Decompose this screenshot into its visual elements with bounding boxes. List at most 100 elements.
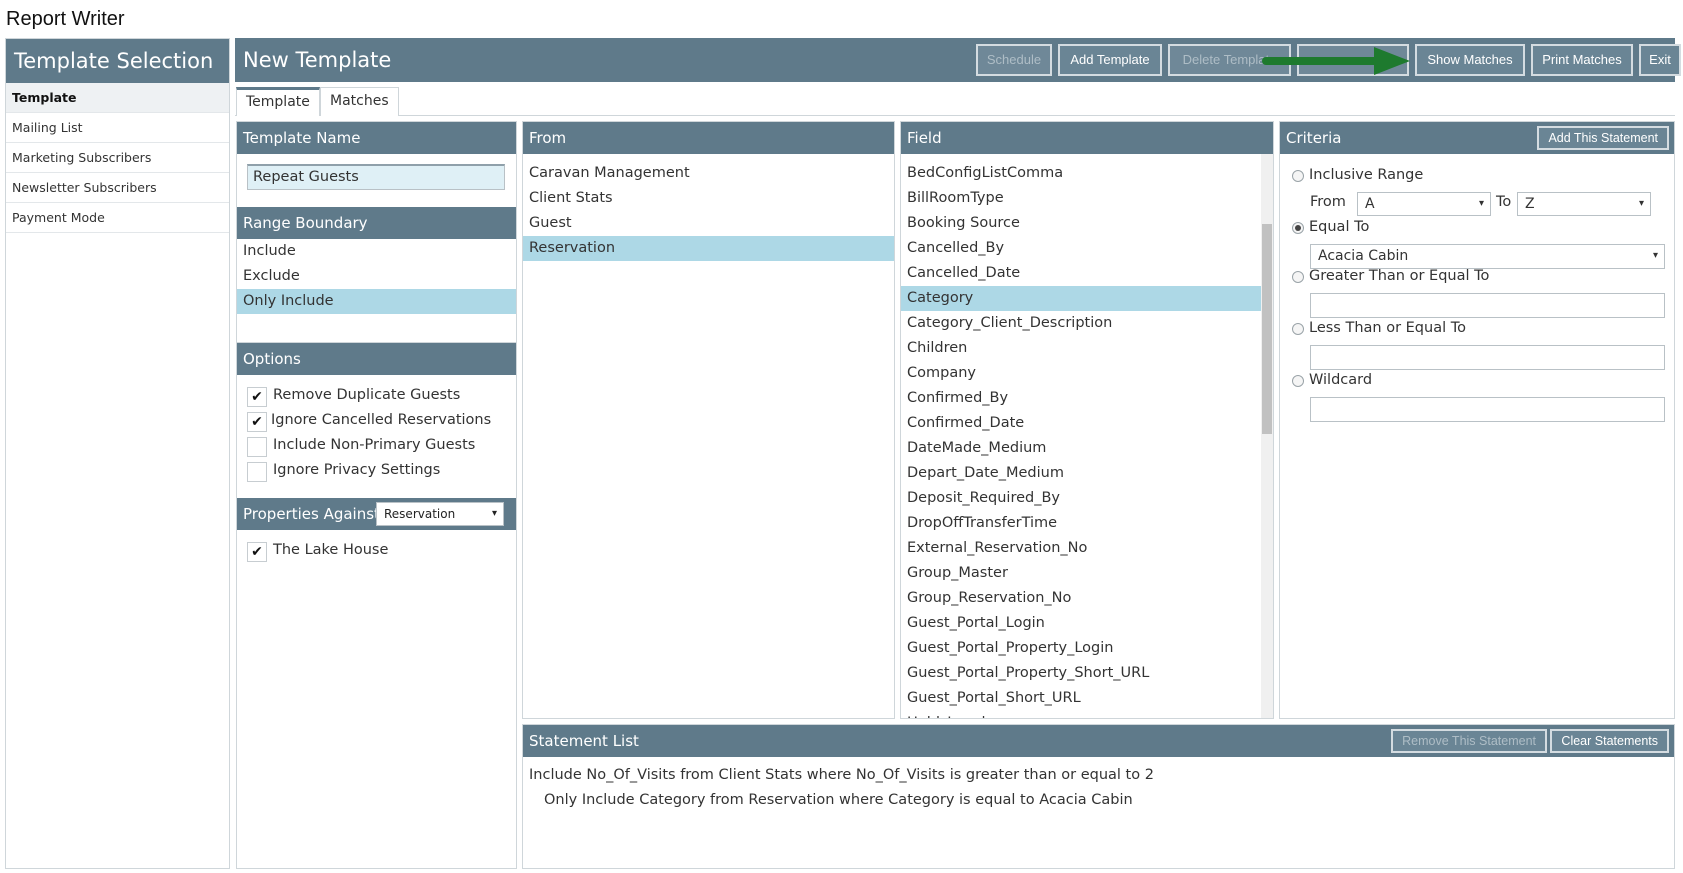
nav-item-payment-mode[interactable]: Payment Mode [6,203,229,233]
field-item[interactable]: Company [901,361,1273,386]
range-include-option[interactable]: Include [237,239,516,264]
nav-item-marketing-subscribers[interactable]: Marketing Subscribers [6,143,229,173]
from-panel: From Caravan Management Client Stats Gue… [522,121,895,719]
from-item[interactable]: Client Stats [523,186,894,211]
range-from-select[interactable]: A ▾ [1357,192,1491,216]
nav-item-mailing-list[interactable]: Mailing List [6,113,229,143]
print-matches-button[interactable]: Print Matches [1531,44,1633,76]
wildcard-label: Wildcard [1309,372,1373,388]
main-header: New Template Schedule Add Template Delet… [235,38,1681,82]
field-panel: Field BedConfigListComma BillRoomType Book… [900,121,1274,719]
nav-item-template[interactable]: Template [6,83,229,113]
field-item[interactable]: Depart_Date_Medium [901,461,1273,486]
field-scrollbar[interactable] [1261,154,1273,718]
equal-to-select[interactable]: Acacia Cabin ▾ [1310,244,1665,269]
range-to-select[interactable]: Z ▾ [1517,192,1651,216]
app-title: Report Writer [6,8,125,30]
statement-item[interactable]: Only Include Category from Reservation w… [523,788,1674,813]
greater-than-radio[interactable] [1292,271,1304,283]
criteria-header: Criteria Add This Statement [1280,122,1674,154]
field-item[interactable]: Deposit_Required_By [901,486,1273,511]
field-item[interactable]: Group_Reservation_No [901,586,1273,611]
field-item[interactable]: Confirmed_By [901,386,1273,411]
scrollbar-thumb[interactable] [1262,224,1272,434]
greater-than-label: Greater Than or Equal To [1309,268,1490,284]
checkbox-ignore-privacy-settings[interactable] [247,462,267,482]
statement-list-panel: Statement List Remove This Statement Cle… [522,724,1675,869]
option-ignore-cancelled-reservations[interactable]: ✔ Ignore Cancelled Reservations [237,408,516,433]
field-item[interactable]: Guest_Portal_Property_Short_URL [901,661,1273,686]
add-statement-button[interactable]: Add This Statement [1537,126,1669,150]
option-ignore-privacy-settings[interactable]: Ignore Privacy Settings [237,458,516,483]
field-item[interactable]: Category_Client_Description [901,311,1273,336]
exit-button[interactable]: Exit [1639,44,1681,76]
tab-template[interactable]: Template [236,87,320,116]
checkbox-ignore-cancelled-reservations[interactable]: ✔ [247,412,267,432]
field-item[interactable]: BillRoomType [901,186,1273,211]
wildcard-radio[interactable] [1292,375,1304,387]
statement-list-header: Statement List Remove This Statement Cle… [523,725,1674,757]
clear-statements-button[interactable]: Clear Statements [1550,729,1669,753]
less-than-input[interactable] [1310,345,1665,370]
field-item[interactable]: Guest_Portal_Property_Login [901,636,1273,661]
property-the-lake-house[interactable]: ✔ The Lake House [237,538,516,563]
inclusive-range-label: Inclusive Range [1309,167,1424,183]
field-item[interactable]: Confirmed_Date [901,411,1273,436]
show-matches-button[interactable]: Show Matches [1415,44,1525,76]
range-only-include-option[interactable]: Only Include [237,289,516,314]
greater-than-input[interactable] [1310,293,1665,318]
field-item[interactable]: Guest_Portal_Short_URL [901,686,1273,711]
add-template-button[interactable]: Add Template [1058,44,1162,76]
field-item[interactable]: BedConfigListComma [901,161,1273,186]
wildcard-input[interactable] [1310,397,1665,422]
checkbox-remove-duplicate-guests[interactable]: ✔ [247,387,267,407]
options-header: Options [237,343,516,375]
chevron-down-icon: ▾ [1638,198,1644,209]
from-header: From [523,122,894,154]
tab-matches[interactable]: Matches [320,87,399,116]
nav-item-newsletter-subscribers[interactable]: Newsletter Subscribers [6,173,229,203]
statement-list-label: Statement List [529,732,639,750]
remove-statement-button[interactable]: Remove This Statement [1391,729,1547,753]
equal-to-label: Equal To [1309,219,1370,235]
from-item[interactable]: Guest [523,211,894,236]
criteria-body: Inclusive Range From A ▾ To Z ▾ Equal To… [1280,154,1674,718]
less-than-radio[interactable] [1292,323,1304,335]
options-list: ✔ Remove Duplicate Guests ✔ Ignore Cance… [237,375,516,498]
field-item[interactable]: DateMade_Medium [901,436,1273,461]
template-selection-panel: Template Selection Template Mailing List… [5,38,230,869]
field-item[interactable]: Booking Source [901,211,1273,236]
checkbox-the-lake-house[interactable]: ✔ [247,542,267,562]
template-settings-column: Template Name Repeat Guests Range Bounda… [236,121,517,869]
properties-select[interactable]: Reservation ▾ [376,502,504,526]
chevron-down-icon: ▾ [491,508,497,519]
statement-item[interactable]: Include No_Of_Visits from Client Stats w… [523,763,1674,788]
range-boundary-list: Include Exclude Only Include [237,239,516,343]
option-include-non-primary-guests[interactable]: Include Non-Primary Guests [237,433,516,458]
criteria-label: Criteria [1286,129,1342,147]
statement-list: Include No_Of_Visits from Client Stats w… [523,757,1674,813]
range-exclude-option[interactable]: Exclude [237,264,516,289]
field-item[interactable]: Cancelled_Date [901,261,1273,286]
from-list: Caravan Management Client Stats Guest Re… [523,154,894,261]
field-item[interactable]: Cancelled_By [901,236,1273,261]
inclusive-range-radio[interactable] [1292,170,1304,182]
option-remove-duplicate-guests[interactable]: ✔ Remove Duplicate Guests [237,383,516,408]
from-item[interactable]: Reservation [523,236,894,261]
field-item[interactable]: Children [901,336,1273,361]
field-item[interactable]: DropOffTransferTime [901,511,1273,536]
template-selection-header: Template Selection [6,39,229,83]
properties-header: Properties Against Reservation ▾ [237,498,516,530]
field-item[interactable]: Hold_Level [901,711,1273,718]
field-item[interactable]: Category [901,286,1273,311]
checkbox-include-non-primary-guests[interactable] [247,437,267,457]
field-item[interactable]: Group_Master [901,561,1273,586]
schedule-button[interactable]: Schedule [976,44,1052,76]
field-item[interactable]: Guest_Portal_Login [901,611,1273,636]
from-item[interactable]: Caravan Management [523,161,894,186]
chevron-down-icon: ▾ [1652,250,1658,261]
template-selection-list: Template Mailing List Marketing Subscrib… [6,83,229,233]
field-item[interactable]: External_Reservation_No [901,536,1273,561]
equal-to-radio[interactable] [1292,222,1304,234]
template-name-input[interactable]: Repeat Guests [247,164,505,190]
